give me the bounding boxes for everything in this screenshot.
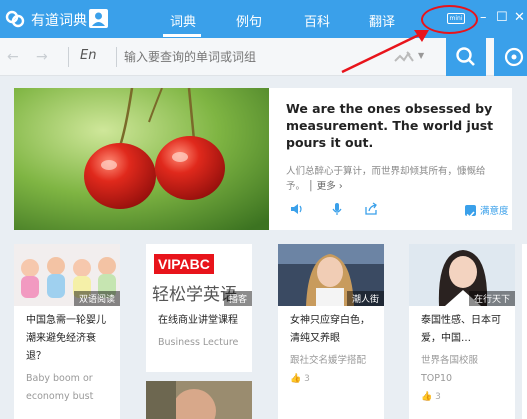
card-title: 在线商业讲堂课程 (158, 315, 238, 326)
capture-word-button[interactable] (494, 38, 527, 76)
babies-thumbnail: 双语阅读 (14, 244, 120, 306)
vipabc-logo: VIPABC (154, 254, 214, 274)
divider (68, 47, 69, 67)
youdao-logo-icon (5, 10, 25, 28)
article-card[interactable]: 潮人街 女神只应穿白色，清纯又养眼 跟社交名媛学搭配 👍 3 (278, 244, 384, 419)
article-card[interactable]: 双语阅读 中国急需一轮婴儿潮来避免经济衰退？ Baby boom or econ… (14, 244, 120, 419)
search-icon (456, 47, 475, 66)
card-subtitle: 世界各国校服TOP10 (421, 355, 479, 384)
like-count[interactable]: 👍 3 (278, 370, 384, 384)
card-tag: 双语阅读 (73, 291, 120, 306)
schoolgirl-thumbnail: 在行天下 (409, 244, 515, 306)
tab-encyclopedia[interactable]: 百科 (304, 11, 330, 30)
portrait-thumbnail (146, 381, 252, 419)
speaker-icon[interactable] (290, 202, 304, 216)
daily-quote: We are the ones obsessed by measurement.… (286, 101, 494, 150)
cherry-image (14, 88, 269, 230)
article-card[interactable]: 在行天下 泰国性感、日本可爱，中国… 世界各国校服TOP10 👍 3 (409, 244, 515, 419)
user-avatar-icon[interactable] (89, 9, 108, 28)
language-selector[interactable]: En (80, 48, 96, 63)
microphone-icon[interactable] (330, 202, 344, 216)
maximize-icon[interactable]: ☐ (496, 10, 508, 25)
forward-arrow-icon[interactable]: → (36, 49, 48, 65)
card-title: 泰国性感、日本可爱，中国… (421, 315, 501, 344)
card-title: 中国急需一轮婴儿潮来避免经济衰退？ (26, 315, 106, 362)
tab-examples[interactable]: 例句 (236, 11, 262, 30)
card-tag: 潮人街 (346, 291, 384, 306)
article-card-partial[interactable] (522, 244, 527, 419)
search-button[interactable] (446, 38, 486, 76)
like-count[interactable]: 👍 3 (409, 388, 515, 402)
article-card[interactable] (146, 381, 252, 419)
woman-thumbnail: 潮人街 (278, 244, 384, 306)
divider (116, 47, 117, 67)
card-subtitle: Business Lecture (158, 337, 239, 348)
target-icon (504, 47, 524, 67)
close-icon[interactable]: ✕ (514, 10, 525, 25)
card-tag: 播客 (223, 291, 252, 306)
satisfaction-checkbox[interactable] (465, 205, 476, 219)
minimize-icon[interactable]: – (480, 10, 487, 25)
tab-dictionary[interactable]: 词典 (170, 11, 196, 30)
more-link[interactable]: │ 更多 › (308, 181, 343, 192)
active-tab-indicator (163, 34, 201, 37)
daily-translation: 人们总醉心于算计，而世界却倾其所有，慷慨给予。 │ 更多 › (286, 164, 502, 194)
card-subtitle: 跟社交名媛学搭配 (290, 355, 367, 366)
daily-sentence-card: We are the ones obsessed by measurement.… (14, 88, 512, 230)
app-title: 有道词典 (31, 13, 87, 29)
vipabc-thumbnail: VIPABC 轻松学英语 播客 (146, 244, 252, 306)
annotation-arrow (341, 30, 429, 74)
satisfaction-label: 满意度 (480, 206, 509, 217)
search-bar: ← → En ▼ (0, 38, 527, 76)
article-card[interactable]: VIPABC 轻松学英语 播客 在线商业讲堂课程 Business Lectur… (146, 244, 252, 372)
back-arrow-icon[interactable]: ← (7, 49, 19, 65)
card-subtitle: Baby boom or economy bust (26, 373, 94, 402)
share-icon[interactable] (364, 202, 378, 216)
title-bar: 有道词典 词典 例句 百科 翻译 mini – ☐ ✕ (0, 0, 527, 38)
card-tag: 在行天下 (468, 291, 515, 306)
card-title: 女神只应穿白色，清纯又养眼 (290, 315, 370, 344)
